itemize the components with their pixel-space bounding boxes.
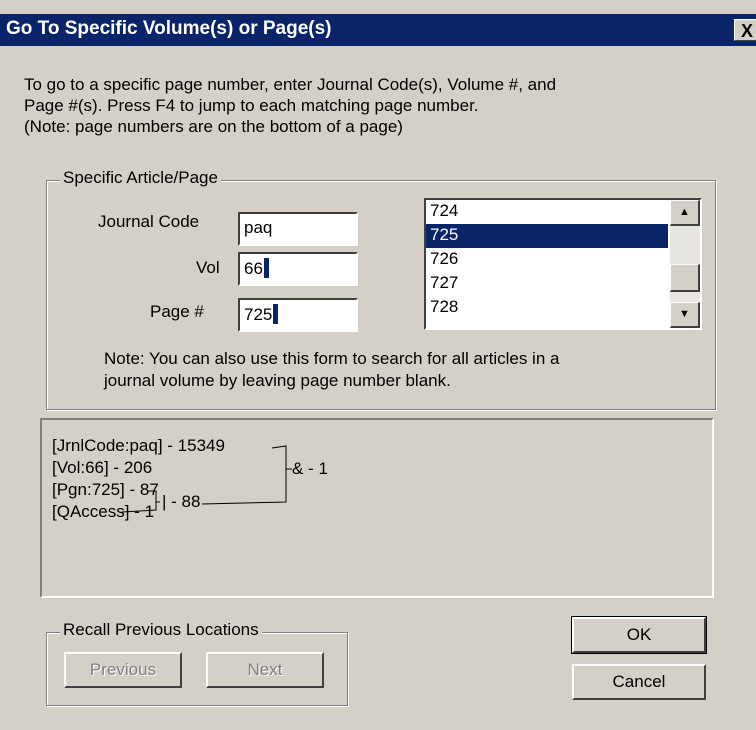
text-caret — [263, 258, 269, 278]
close-icon: X — [740, 21, 753, 41]
note-text: Note: You can also use this form to sear… — [104, 349, 560, 390]
journal-code-value: paq — [244, 218, 273, 237]
previous-button-label: Previous — [89, 660, 157, 679]
specific-article-group-label: Specific Article/Page — [60, 168, 221, 188]
query-results-panel: [JrnlCode:paq] - 15349 [Vol:66] - 206 [P… — [40, 418, 714, 598]
journal-code-label: Journal Code — [98, 212, 200, 231]
cancel-button-label: Cancel — [612, 672, 666, 691]
page-number-input[interactable]: 725 — [238, 298, 358, 332]
next-button-label: Next — [247, 660, 283, 679]
page-number-value: 725 — [244, 305, 273, 324]
previous-button[interactable]: Previous — [64, 652, 182, 688]
next-button[interactable]: Next — [206, 652, 324, 688]
page-listbox[interactable]: 724 725 726 727 728 ▲ ▼ — [424, 198, 702, 330]
vol-label: Vol — [196, 258, 220, 277]
and-result: & - 1 — [292, 459, 328, 478]
instructions-text: To go to a specific page number, enter J… — [24, 75, 557, 136]
ok-button-label: OK — [626, 625, 652, 644]
close-button[interactable]: X — [734, 19, 756, 41]
list-item[interactable]: 726 — [426, 248, 668, 272]
list-scrollbar[interactable]: ▲ ▼ — [670, 200, 700, 328]
list-item[interactable]: 728 — [426, 296, 668, 320]
scroll-up-arrow-icon: ▲ — [679, 206, 690, 218]
text-caret — [273, 304, 279, 324]
scroll-thumb[interactable] — [670, 264, 700, 292]
list-item-selected[interactable]: 725 — [426, 224, 668, 248]
vol-value: 66 — [244, 259, 263, 278]
query-tree-connectors — [121, 445, 292, 513]
title-bar: Go To Specific Volume(s) or Page(s) X — [0, 14, 756, 46]
recall-group-label: Recall Previous Locations — [60, 620, 262, 640]
list-item[interactable]: 724 — [426, 200, 668, 224]
list-item[interactable]: 727 — [426, 272, 668, 296]
journal-code-input[interactable]: paq — [238, 212, 358, 246]
dialog-title: Go To Specific Volume(s) or Page(s) — [6, 18, 332, 39]
scroll-down-button[interactable]: ▼ — [670, 302, 700, 328]
vol-input[interactable]: 66 — [238, 252, 358, 286]
scroll-up-button[interactable]: ▲ — [670, 200, 700, 226]
scroll-down-arrow-icon: ▼ — [679, 308, 690, 320]
or-result: | - 88 — [162, 492, 201, 511]
page-number-label: Page # — [150, 302, 204, 321]
cancel-button[interactable]: Cancel — [572, 664, 706, 700]
ok-button[interactable]: OK — [571, 616, 707, 654]
go-to-dialog: Go To Specific Volume(s) or Page(s) X To… — [0, 0, 756, 730]
